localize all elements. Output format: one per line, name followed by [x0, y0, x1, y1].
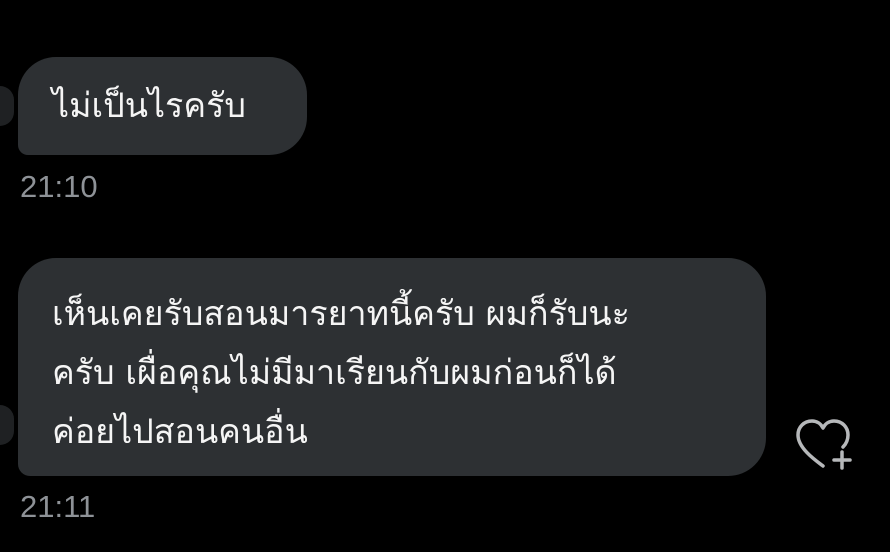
chat-screen: ไม่เป็นไรครับ 21:10 เห็นเคยรับสอนมารยาทน…	[0, 0, 890, 552]
avatar[interactable]	[0, 405, 14, 445]
message-timestamp: 21:10	[20, 169, 98, 204]
message-line: ครับ เผื่อคุณไม่มีมาเรียนกับผมก่อนก็ได้	[52, 353, 617, 393]
avatar[interactable]	[0, 86, 14, 126]
message-timestamp: 21:11	[20, 489, 96, 524]
message-bubble[interactable]: ไม่เป็นไรครับ	[18, 57, 307, 155]
message-text: ไม่เป็นไรครับ	[52, 86, 246, 126]
heart-plus-icon[interactable]	[794, 418, 852, 474]
message-line: เห็นเคยรับสอนมารยาทนี้ครับ ผมก็รับนะ	[52, 294, 630, 334]
message-line: ค่อยไปสอนคนอื่น	[52, 412, 308, 452]
message-bubble[interactable]: เห็นเคยรับสอนมารยาทนี้ครับ ผมก็รับนะ ครั…	[18, 258, 766, 476]
message-text: เห็นเคยรับสอนมารยาทนี้ครับ ผมก็รับนะ ครั…	[52, 285, 630, 462]
